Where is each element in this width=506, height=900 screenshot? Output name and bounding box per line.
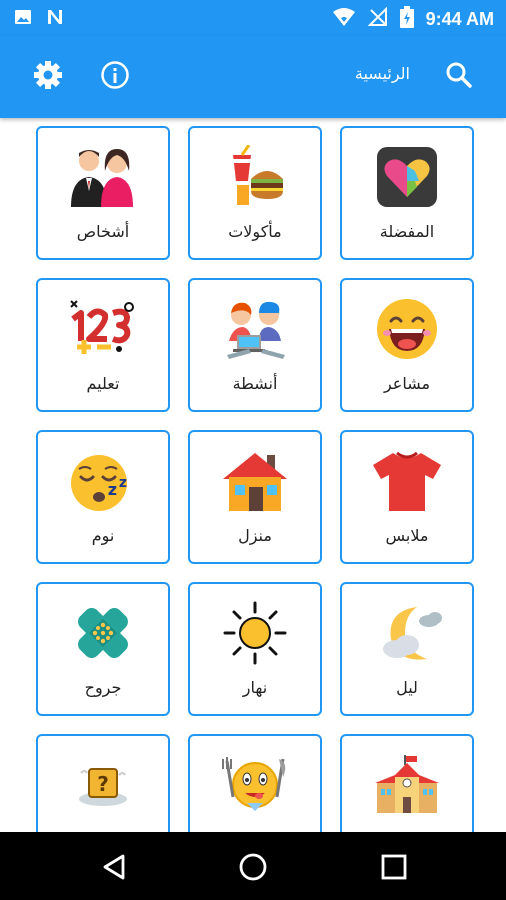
system-nav-bar <box>0 832 506 900</box>
category-grid-container[interactable]: المفضلة مأكولات أشخاص مشاعر أنشطة تعليم … <box>0 118 506 832</box>
category-label: مشاعر <box>383 374 431 393</box>
page-title: الرئيسية <box>354 64 410 83</box>
category-label: أنشطة <box>232 374 278 393</box>
category-card-people[interactable]: أشخاص <box>36 126 170 260</box>
app-bar: الرئيسية <box>0 36 506 118</box>
back-icon <box>99 854 129 886</box>
day-sun-icon <box>219 600 291 666</box>
people-couple-icon <box>67 144 139 210</box>
svg-text:z: z <box>108 480 117 499</box>
clothes-tshirt-icon <box>371 448 443 514</box>
category-card-wounds[interactable]: جروح <box>36 582 170 716</box>
category-label: أشخاص <box>76 222 130 241</box>
svg-text:?: ? <box>97 772 109 796</box>
category-card-activities[interactable]: أنشطة <box>188 278 322 412</box>
category-card-day[interactable]: نهار <box>188 582 322 716</box>
category-card-night[interactable]: ليل <box>340 582 474 716</box>
category-card-education[interactable]: تعليم <box>36 278 170 412</box>
search-button[interactable] <box>442 60 476 94</box>
n-notification-icon <box>46 8 64 30</box>
battery-icon <box>399 6 414 32</box>
home-icon <box>238 853 268 886</box>
category-label: نهار <box>242 678 268 697</box>
recents-button[interactable] <box>379 852 409 882</box>
feelings-laughing-face-icon <box>371 296 443 362</box>
category-label: مأكولات <box>228 222 282 241</box>
category-label: ملابس <box>385 526 429 545</box>
hungry-emoji-fork-knife-icon <box>219 752 291 818</box>
category-label: جروح <box>84 678 122 697</box>
category-label: منزل <box>238 526 272 545</box>
info-icon <box>100 60 130 94</box>
sleeping-face-icon: z z <box>67 448 139 514</box>
recents-icon <box>379 854 409 886</box>
back-button[interactable] <box>99 852 129 882</box>
settings-button[interactable] <box>31 60 65 94</box>
category-card-school[interactable] <box>340 734 474 832</box>
house-icon <box>219 448 291 514</box>
info-button[interactable] <box>98 60 132 94</box>
category-label: المفضلة <box>379 222 435 241</box>
home-button[interactable] <box>238 852 268 882</box>
status-bar: 9:44 AM <box>0 0 506 36</box>
image-icon <box>14 8 32 30</box>
food-burger-drink-icon <box>219 144 291 210</box>
category-grid: المفضلة مأكولات أشخاص مشاعر أنشطة تعليم … <box>34 126 474 832</box>
category-card-feelings[interactable]: مشاعر <box>340 278 474 412</box>
search-icon <box>445 61 473 93</box>
category-label: ليل <box>396 678 418 697</box>
category-card-food[interactable]: مأكولات <box>188 126 322 260</box>
settings-icon <box>33 60 63 94</box>
category-card-hungry[interactable] <box>188 734 322 832</box>
question-box-icon: ? <box>67 752 139 818</box>
favorites-heart-puzzle-icon <box>371 144 443 210</box>
no-signal-icon <box>367 6 388 31</box>
bandage-icon <box>67 600 139 666</box>
school-building-icon <box>371 752 443 818</box>
category-card-clothes[interactable]: ملابس <box>340 430 474 564</box>
education-123-icon <box>67 296 139 362</box>
status-time: 9:44 AM <box>425 8 494 29</box>
category-card-favorites[interactable]: المفضلة <box>340 126 474 260</box>
category-card-sleep[interactable]: z z نوم <box>36 430 170 564</box>
activities-kids-laptop-icon <box>219 296 291 362</box>
category-label: نوم <box>91 526 115 545</box>
svg-text:z: z <box>119 475 127 491</box>
wifi-icon <box>332 7 356 31</box>
category-card-question[interactable]: ? <box>36 734 170 832</box>
category-card-house[interactable]: منزل <box>188 430 322 564</box>
category-label: تعليم <box>86 374 120 393</box>
night-moon-cloud-icon <box>371 600 443 666</box>
